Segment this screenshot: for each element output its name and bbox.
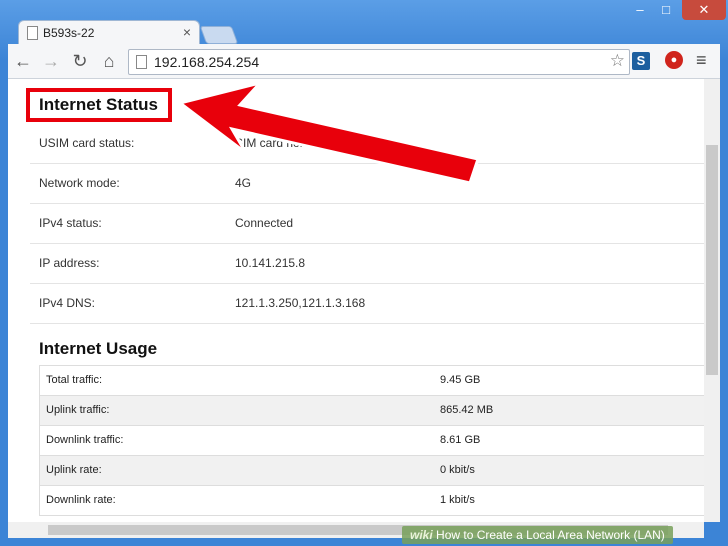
extension-s-icon[interactable]: S — [632, 52, 650, 70]
toolbar: ← → ↻ ⌂ 192.168.254.254 ☆ S ● ≡ — [8, 44, 720, 79]
close-window-button[interactable]: ✕ — [682, 0, 726, 20]
new-tab-button[interactable] — [199, 26, 239, 44]
maximize-button[interactable]: □ — [656, 0, 676, 20]
vertical-scrollbar[interactable] — [704, 79, 720, 522]
address-bar[interactable]: 192.168.254.254 ☆ — [128, 49, 630, 75]
page-icon — [136, 55, 147, 69]
annotation-arrow — [176, 80, 480, 185]
watermark: wiki How to Create a Local Area Network … — [402, 526, 673, 544]
page-icon — [27, 26, 38, 40]
close-tab-icon[interactable]: × — [183, 24, 191, 40]
menu-icon[interactable]: ≡ — [696, 50, 707, 71]
watermark-text: How to Create a Local Area Network (LAN) — [436, 528, 665, 542]
browser-tab[interactable]: B593s-22 × — [18, 20, 200, 45]
red-arrow-icon — [176, 80, 480, 185]
page-content: Internet Status USIM card status: SIM ca… — [8, 79, 704, 522]
star-icon[interactable]: ☆ — [610, 51, 625, 71]
minimize-button[interactable]: – — [630, 0, 650, 20]
reload-icon[interactable]: ↻ — [69, 50, 91, 72]
watermark-brand: wiki — [410, 528, 433, 542]
url-text[interactable]: 192.168.254.254 — [154, 54, 259, 70]
browser-window: – □ ✕ B593s-22 × ← → ↻ ⌂ 192.168.254.254… — [0, 0, 728, 546]
extension-stop-icon[interactable]: ● — [665, 51, 683, 69]
scroll-thumb[interactable] — [706, 145, 718, 375]
home-icon[interactable]: ⌂ — [98, 50, 120, 72]
back-arrow-icon[interactable]: ← — [12, 50, 34, 72]
tab-title: B593s-22 — [43, 26, 95, 40]
forward-arrow-icon[interactable]: → — [40, 50, 62, 72]
